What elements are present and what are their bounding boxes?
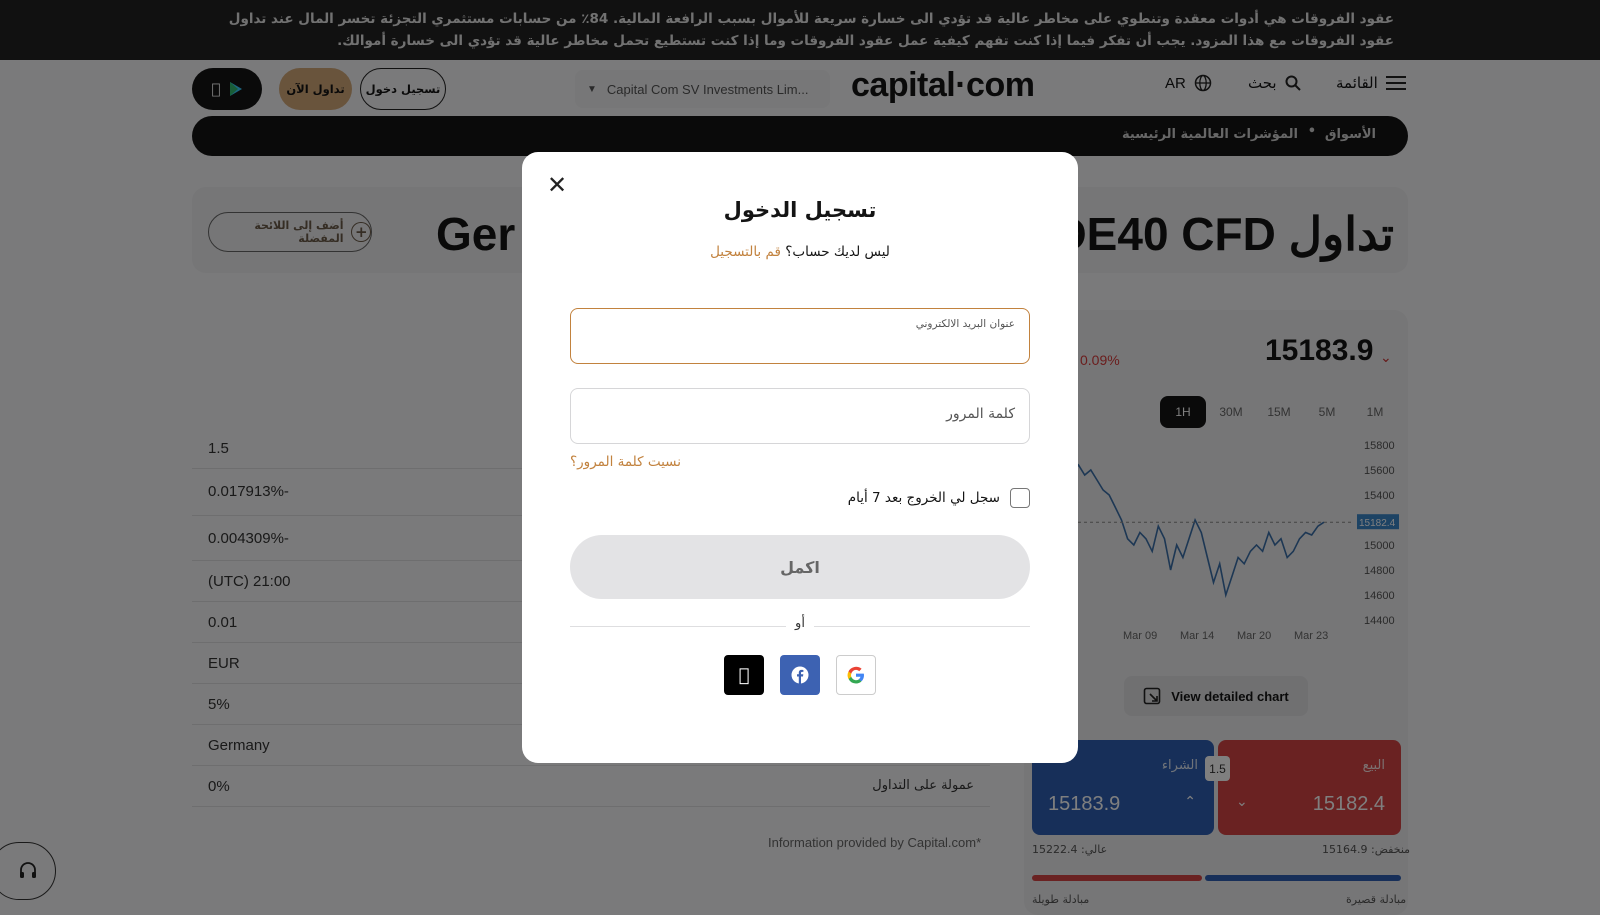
no-account-text: ليس لديك حساب؟ قم بالتسجيل [522,244,1078,260]
remember-me-option[interactable]: سجل لي الخروج بعد 7 أيام [848,488,1030,508]
no-account-label: ليس لديك حساب؟ [785,244,890,260]
register-link[interactable]: قم بالتسجيل [710,244,781,260]
remember-me-checkbox[interactable] [1010,488,1030,508]
modal-title: تسجيل الدخول [723,198,877,222]
or-label: أو [786,616,814,631]
facebook-icon [791,666,809,684]
continue-button[interactable]: اكمل [570,535,1030,599]
password-placeholder: كلمة المرور [946,406,1015,422]
password-field[interactable]: كلمة المرور [570,388,1030,444]
remember-me-label: سجل لي الخروج بعد 7 أيام [847,490,1000,506]
facebook-login-button[interactable] [780,655,820,695]
email-field-label: عنوان البريد الالكتروني [915,318,1015,330]
email-field[interactable]: عنوان البريد الالكتروني [570,308,1030,364]
login-modal: ✕ تسجيل الدخول ليس لديك حساب؟ قم بالتسجي… [522,152,1078,763]
forgot-password-link[interactable]: نسيت كلمة المرور؟ [570,454,681,470]
close-icon[interactable]: ✕ [544,171,570,199]
apple-icon:  [739,665,750,686]
apple-login-button[interactable]:  [724,655,764,695]
google-icon [847,666,864,684]
google-login-button[interactable] [836,655,876,695]
